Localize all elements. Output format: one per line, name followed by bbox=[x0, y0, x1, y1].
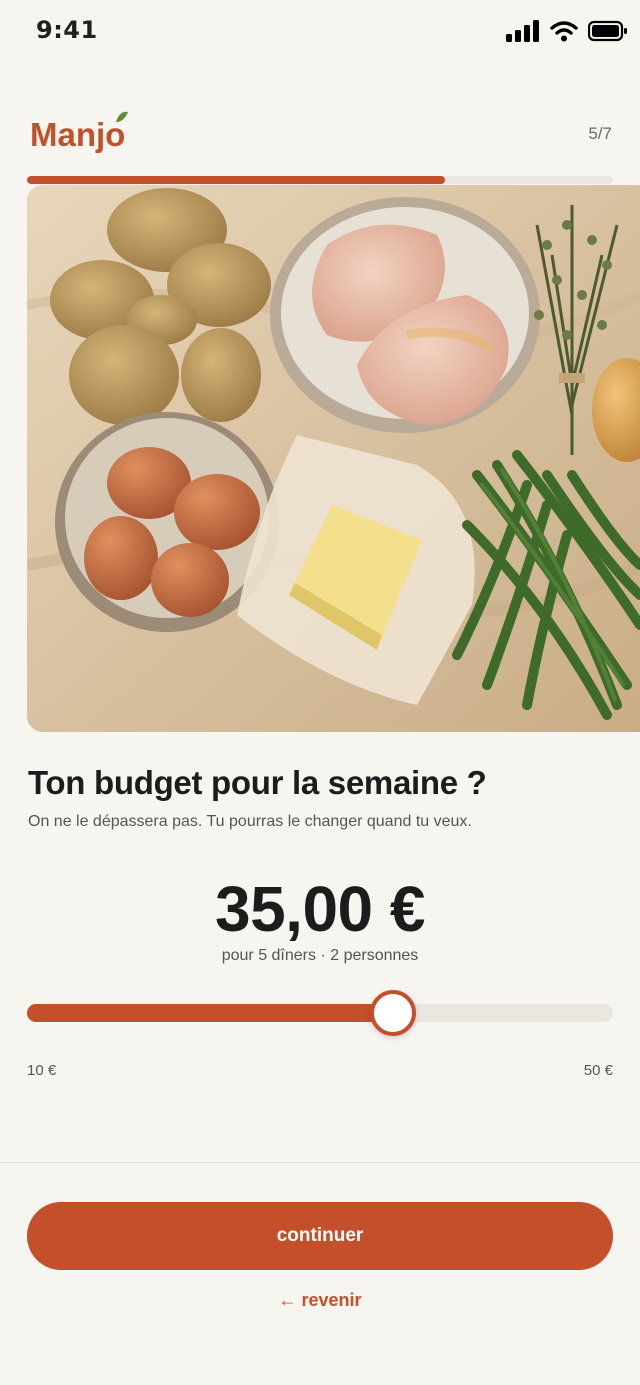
budget-value: 35,00 € bbox=[214, 873, 426, 945]
budget-slider[interactable] bbox=[27, 990, 613, 1036]
hero-ingredients-image bbox=[27, 185, 640, 732]
slider-min-label: 10 € bbox=[27, 1062, 57, 1079]
continue-button[interactable]: continuer bbox=[27, 1202, 613, 1270]
battery-icon bbox=[588, 20, 627, 42]
footer-divider bbox=[0, 1162, 640, 1163]
slider-fill bbox=[27, 1004, 402, 1022]
budget-detail: pour 5 dîners · 2 personnes bbox=[221, 947, 419, 964]
page-subtitle: On ne le dépassera pas. Tu pourras le ch… bbox=[28, 813, 472, 830]
signal-icon bbox=[506, 20, 539, 42]
wifi-icon bbox=[550, 21, 578, 42]
step-counter: 5/7 bbox=[588, 124, 612, 143]
onboarding-screen: 9:41 Manjo 5/7 Ton budget pour la semain… bbox=[0, 0, 640, 1385]
status-icons bbox=[506, 20, 628, 42]
slider-max-label: 50 € bbox=[583, 1062, 613, 1079]
back-link[interactable]: ← revenir bbox=[0, 1290, 640, 1311]
progress-bar bbox=[27, 176, 613, 184]
svg-text:Manjo: Manjo bbox=[30, 116, 125, 153]
status-time: 9:41 bbox=[36, 16, 98, 44]
manjo-logo: Manjo bbox=[30, 111, 128, 153]
status-bar: 9:41 bbox=[0, 0, 640, 62]
progress-fill bbox=[27, 176, 446, 184]
page-title: Ton budget pour la semaine ? bbox=[28, 764, 487, 801]
slider-thumb[interactable] bbox=[370, 990, 416, 1036]
